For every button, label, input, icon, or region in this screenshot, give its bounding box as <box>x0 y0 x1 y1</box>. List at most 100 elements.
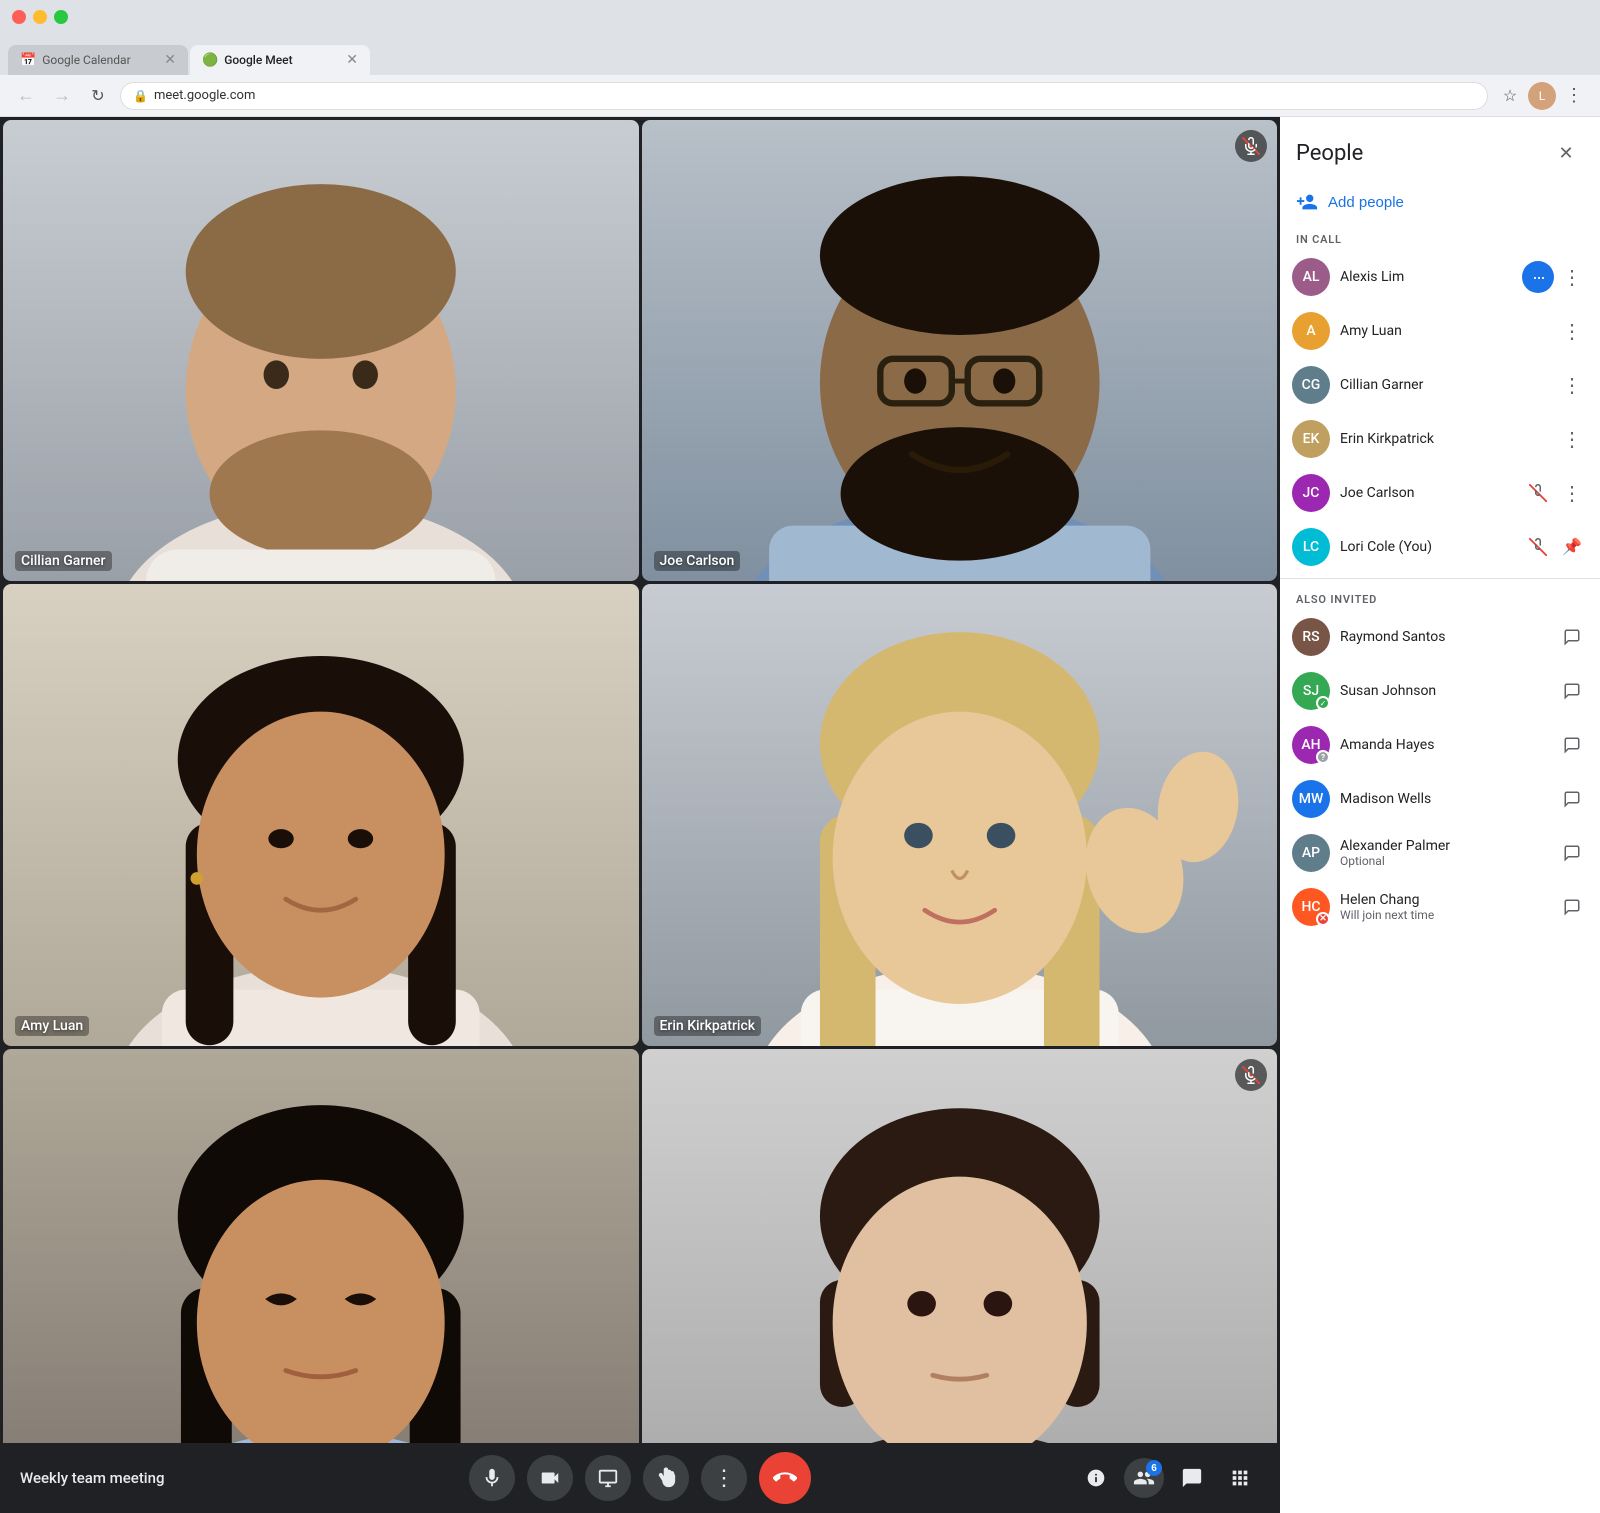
more-controls-button[interactable]: ⋮ <box>701 1455 747 1501</box>
more-options-cillian[interactable]: ⋮ <box>1556 369 1588 401</box>
video-tile-joe: Joe Carlson <box>642 120 1278 581</box>
more-options-erin[interactable]: ⋮ <box>1556 423 1588 455</box>
forward-button[interactable]: → <box>48 82 76 110</box>
bookmark-icon[interactable]: ☆ <box>1496 82 1524 110</box>
participant-info-susan: Susan Johnson <box>1340 683 1546 699</box>
tile-muted-lori <box>1235 1059 1267 1091</box>
control-buttons: ⋮ <box>469 1452 811 1504</box>
in-call-label: IN CALL <box>1280 223 1600 250</box>
chat-icon-raymond <box>1563 628 1581 646</box>
tab-meet[interactable]: 🟢 Google Meet ✕ <box>190 45 370 75</box>
panel-close-button[interactable]: ✕ <box>1548 135 1584 171</box>
meeting-title-bar: Weekly team meeting <box>20 1469 220 1487</box>
participant-name-raymond: Raymond Santos <box>1340 629 1546 645</box>
calendar-tab-close[interactable]: ✕ <box>164 52 176 68</box>
message-madison[interactable] <box>1556 783 1588 815</box>
panel-header: People ✕ <box>1280 117 1600 181</box>
message-susan[interactable] <box>1556 675 1588 707</box>
avatar-alexis: AL <box>1292 258 1330 296</box>
message-helen[interactable] <box>1556 891 1588 923</box>
profile-avatar[interactable]: L <box>1528 82 1556 110</box>
tab-calendar[interactable]: 📅 Google Calendar ✕ <box>8 45 188 75</box>
video-tile-amy: Amy Luan <box>3 584 639 1045</box>
participant-name-madison: Madison Wells <box>1340 791 1546 807</box>
tile-name-cillian: Cillian Garner <box>15 551 112 571</box>
participant-info-raymond: Raymond Santos <box>1340 629 1546 645</box>
participant-info-joe: Joe Carlson <box>1340 485 1512 501</box>
meet-tab-icon: 🟢 <box>202 53 218 68</box>
chat-icon-helen <box>1563 898 1581 916</box>
tile-name-amy: Amy Luan <box>15 1016 89 1036</box>
participant-info-helen: Helen Chang Will join next time <box>1340 892 1546 922</box>
badge-check-susan: ✓ <box>1316 696 1330 710</box>
mute-joe[interactable] <box>1522 477 1554 509</box>
tile-muted-joe <box>1235 130 1267 162</box>
chat-icon-alexander <box>1563 844 1581 862</box>
panel-title: People <box>1296 141 1363 166</box>
video-tile-lori: Lori Cole <box>642 1049 1278 1510</box>
traffic-maximize[interactable] <box>54 10 68 24</box>
participant-name-helen: Helen Chang <box>1340 892 1546 908</box>
pin-lori[interactable]: 📌 <box>1556 531 1588 563</box>
chat-icon-susan <box>1563 682 1581 700</box>
participant-name-amy: Amy Luan <box>1340 323 1546 339</box>
camera-toggle-button[interactable] <box>527 1455 573 1501</box>
add-person-icon <box>1296 191 1318 213</box>
badge-x-helen: ✕ <box>1316 912 1330 926</box>
info-icon <box>1086 1468 1106 1488</box>
reload-button[interactable]: ↻ <box>84 82 112 110</box>
browser-navbar: ← → ↻ 🔒 meet.google.com ☆ L ⋮ <box>0 75 1600 117</box>
meeting-info-button[interactable] <box>1076 1458 1116 1498</box>
traffic-close[interactable] <box>12 10 26 24</box>
add-people-button[interactable]: Add people <box>1280 181 1600 223</box>
present-button[interactable] <box>585 1455 631 1501</box>
video-tile-cillian: Cillian Garner <box>3 120 639 581</box>
active-speaker-indicator[interactable]: ··· <box>1522 261 1554 293</box>
video-tile-alexis: Alexis Lim <box>3 1049 639 1510</box>
video-grid: Cillian Garner <box>0 117 1280 1513</box>
participant-sub-alexander: Optional <box>1340 854 1546 868</box>
url-bar[interactable]: 🔒 meet.google.com <box>120 82 1488 110</box>
participant-info-lori: Lori Cole (You) <box>1340 539 1512 555</box>
avatar-madison: MW <box>1292 780 1330 818</box>
message-amanda[interactable] <box>1556 729 1588 761</box>
people-panel-button[interactable]: 6 <box>1124 1458 1164 1498</box>
more-options-amy[interactable]: ⋮ <box>1556 315 1588 347</box>
participant-actions-alexis: ··· ⋮ <box>1522 261 1588 293</box>
back-button[interactable]: ← <box>12 82 40 110</box>
message-raymond[interactable] <box>1556 621 1588 653</box>
calendar-tab-icon: 📅 <box>20 53 36 68</box>
mute-lori[interactable] <box>1522 531 1554 563</box>
avatar-alexander: AP <box>1292 834 1330 872</box>
participant-name-susan: Susan Johnson <box>1340 683 1546 699</box>
video-tile-erin: Erin Kirkpatrick <box>642 584 1278 1045</box>
people-count-badge: 6 <box>1146 1460 1162 1476</box>
browser-chrome: 📅 Google Calendar ✕ 🟢 Google Meet ✕ <box>0 0 1600 75</box>
message-alexander[interactable] <box>1556 837 1588 869</box>
participant-info-madison: Madison Wells <box>1340 791 1546 807</box>
meet-tab-close[interactable]: ✕ <box>346 52 358 68</box>
raise-hand-button[interactable] <box>643 1455 689 1501</box>
participant-name-amanda: Amanda Hayes <box>1340 737 1546 753</box>
participant-info-amy: Amy Luan <box>1340 323 1546 339</box>
traffic-minimize[interactable] <box>33 10 47 24</box>
mic-toggle-button[interactable] <box>469 1455 515 1501</box>
participant-item-joe: JC Joe Carlson ⋮ <box>1280 466 1600 520</box>
chat-button[interactable] <box>1172 1458 1212 1498</box>
more-options-alexis[interactable]: ⋮ <box>1556 261 1588 293</box>
muted-icon-lori <box>1529 538 1547 556</box>
participant-item-cillian: CG Cillian Garner ⋮ <box>1280 358 1600 412</box>
participant-actions-lori: 📌 <box>1522 531 1588 563</box>
more-options-joe[interactable]: ⋮ <box>1556 477 1588 509</box>
more-browser-menu[interactable]: ⋮ <box>1560 82 1588 110</box>
participant-name-lori: Lori Cole (You) <box>1340 539 1512 555</box>
avatar-lori: LC <box>1292 528 1330 566</box>
bottom-right-buttons: 6 <box>1060 1458 1260 1498</box>
end-call-button[interactable] <box>759 1452 811 1504</box>
participant-item-susan: SJ ✓ Susan Johnson <box>1280 664 1600 718</box>
activities-button[interactable] <box>1220 1458 1260 1498</box>
tile-name-erin: Erin Kirkpatrick <box>654 1016 762 1036</box>
avatar-raymond: RS <box>1292 618 1330 656</box>
section-divider <box>1280 578 1600 579</box>
participant-actions-erin: ⋮ <box>1556 423 1588 455</box>
